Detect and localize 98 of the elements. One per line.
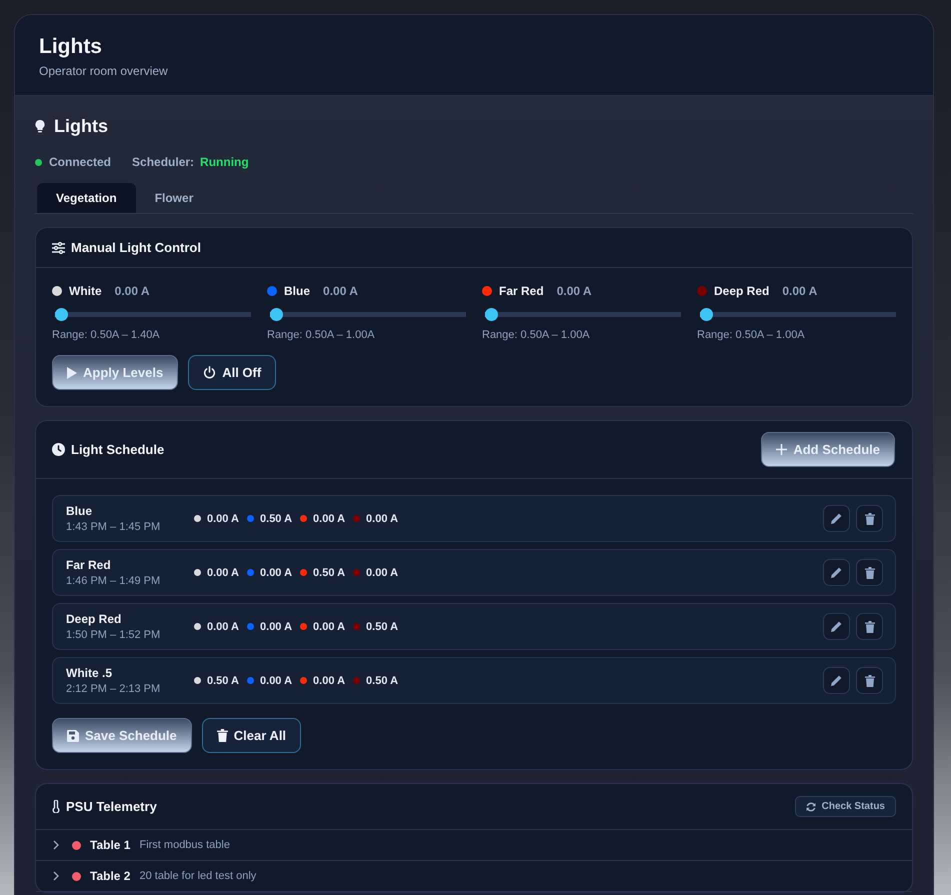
current-value: 0.50 A xyxy=(260,512,292,524)
color-dot xyxy=(247,515,254,522)
delete-button[interactable] xyxy=(856,505,883,532)
scheduler-label: Scheduler: xyxy=(132,155,194,169)
floppy-icon xyxy=(67,730,79,742)
schedule-time: 2:12 PM – 2:13 PM xyxy=(66,683,162,695)
channel-name: Far Red xyxy=(499,284,544,298)
play-icon xyxy=(67,366,77,378)
color-dot xyxy=(353,623,360,630)
pencil-icon xyxy=(831,567,842,578)
schedule-name: White .5 xyxy=(66,666,114,680)
color-dot xyxy=(194,623,201,630)
current-value: 0.00 A xyxy=(207,620,240,632)
color-dot xyxy=(353,569,360,576)
color-dot xyxy=(247,677,254,684)
edit-button[interactable] xyxy=(823,667,850,694)
current-value: 0.00 A xyxy=(260,566,292,578)
delete-button[interactable] xyxy=(856,667,883,694)
edit-button[interactable] xyxy=(823,505,850,532)
pencil-icon xyxy=(831,621,842,632)
plus-icon xyxy=(776,444,788,455)
schedule-time: 1:43 PM – 1:45 PM xyxy=(66,521,162,533)
current-value: 0.00 A xyxy=(207,512,240,524)
channel-reading: 0.00 A xyxy=(556,284,592,298)
edit-button[interactable] xyxy=(823,613,850,640)
color-dot xyxy=(247,623,254,630)
color-dot xyxy=(194,677,201,684)
card-title: PSU Telemetry xyxy=(66,799,157,814)
channel-name: Deep Red xyxy=(714,284,770,298)
thermometer-icon xyxy=(52,800,60,813)
channel-name: White xyxy=(69,284,102,298)
refresh-icon xyxy=(806,802,816,812)
current-value: 0.50 A xyxy=(366,674,398,686)
table-row[interactable]: Table 1 First modbus table xyxy=(36,830,912,861)
current-value: 0.00 A xyxy=(366,512,398,524)
table-description: First modbus table xyxy=(139,839,230,851)
current-value: 0.00 A xyxy=(313,674,346,686)
clear-button[interactable]: Clear All xyxy=(202,718,302,753)
off-button[interactable]: All Off xyxy=(188,355,276,390)
pencil-icon xyxy=(831,513,842,524)
edit-button[interactable] xyxy=(823,559,850,586)
schedule-time: 1:46 PM – 1:49 PM xyxy=(66,575,162,587)
scheduler-status: Running xyxy=(200,155,249,169)
range-label: Range: 0.50A – 1.00A xyxy=(267,329,376,341)
trash-icon xyxy=(216,729,228,742)
channel-reading: 0.00 A xyxy=(782,284,818,298)
schedule-name: Blue xyxy=(66,504,94,518)
color-dot xyxy=(194,515,201,522)
clock-icon xyxy=(52,443,65,456)
trash-icon xyxy=(864,620,874,632)
current-value: 0.50 A xyxy=(313,566,346,578)
tab[interactable]: Vegetation xyxy=(37,183,136,213)
table-name: Table 2 xyxy=(90,869,130,883)
table-description: 20 table for led test only xyxy=(139,870,256,882)
check-status-button[interactable]: Check Status xyxy=(794,796,896,817)
schedule-time: 1:50 PM – 1:52 PM xyxy=(66,629,162,641)
lightbulb-icon xyxy=(35,120,45,134)
section-title: Lights xyxy=(54,116,108,137)
current-value: 0.00 A xyxy=(313,620,346,632)
connection-status: Connected xyxy=(49,155,112,169)
color-dot xyxy=(300,515,308,522)
color-dot xyxy=(353,515,360,522)
current-value: 0.00 A xyxy=(260,674,292,686)
color-dot xyxy=(194,569,201,576)
schedule-name: Deep Red xyxy=(66,612,122,626)
range-label: Range: 0.50A – 1.00A xyxy=(482,329,591,341)
schedule-name: Far Red xyxy=(66,558,112,572)
range-label: Range: 0.50A – 1.40A xyxy=(52,329,161,341)
channel-name: Blue xyxy=(284,284,310,298)
card-title: Light Schedule xyxy=(71,442,164,457)
sliders-icon xyxy=(52,242,65,254)
delete-button[interactable] xyxy=(856,613,883,640)
color-dot xyxy=(300,623,308,630)
channel-reading: 0.00 A xyxy=(114,284,150,298)
current-value: 0.50 A xyxy=(366,620,398,632)
card-title: Manual Light Control xyxy=(71,240,201,255)
current-value: 0.00 A xyxy=(366,566,398,578)
page-subtitle: Operator room overview xyxy=(39,64,169,78)
delete-button[interactable] xyxy=(856,559,883,586)
channel-reading: 0.00 A xyxy=(323,284,358,298)
pencil-icon xyxy=(831,675,842,686)
current-value: 0.00 A xyxy=(313,512,346,524)
power-icon xyxy=(203,366,216,379)
color-dot xyxy=(300,677,308,684)
tab[interactable]: Flower xyxy=(136,183,212,213)
table-name: Table 1 xyxy=(90,838,130,852)
current-value: 0.00 A xyxy=(207,566,240,578)
current-value: 0.50 A xyxy=(207,674,240,686)
table-row[interactable]: Table 2 20 table for led test only xyxy=(36,861,912,892)
current-value: 0.00 A xyxy=(260,620,292,632)
trash-icon xyxy=(864,566,874,578)
color-dot xyxy=(353,677,360,684)
range-label: Range: 0.50A – 1.00A xyxy=(697,329,806,341)
page-title: Lights xyxy=(39,35,103,59)
trash-icon xyxy=(864,512,874,524)
trash-icon xyxy=(864,674,874,686)
color-dot xyxy=(247,569,254,576)
color-dot xyxy=(300,569,308,576)
